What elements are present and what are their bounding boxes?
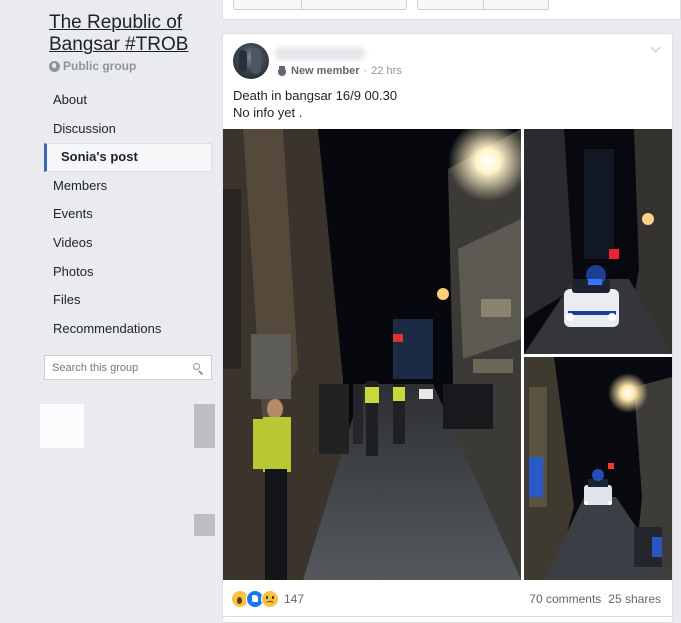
post-photo-secondary[interactable]	[524, 129, 672, 354]
reaction-count: 147	[284, 592, 305, 606]
member-badge: New member	[291, 65, 360, 77]
globe-icon	[49, 60, 60, 72]
avatar[interactable]	[233, 43, 269, 79]
meta-separator: ·	[363, 65, 368, 77]
nav-item-sonias-post[interactable]: Sonia's post	[44, 143, 212, 172]
post-card: New member · 22 hrs Death in bangsar 16/…	[222, 33, 673, 623]
nav-item-videos[interactable]: Videos	[44, 229, 212, 258]
search-icon[interactable]	[193, 362, 203, 373]
post-text-line: Death in bangsar 16/9 00.30	[233, 88, 398, 103]
comments-count[interactable]: 70 comments	[529, 592, 601, 606]
post-photo-secondary[interactable]	[524, 357, 672, 580]
image-placeholder	[40, 404, 84, 448]
search-input[interactable]	[45, 361, 193, 374]
street-photo	[223, 129, 521, 580]
shares-count[interactable]: 25 shares	[608, 592, 661, 606]
hand-icon	[277, 66, 287, 76]
post-time[interactable]: 22 hrs	[371, 65, 402, 77]
group-sidebar: The Republic of Bangsar #TROB Public gro…	[0, 0, 222, 619]
street-photo	[524, 129, 672, 354]
composer-tab[interactable]	[233, 0, 303, 10]
image-placeholder	[194, 404, 215, 448]
composer-card-edge	[222, 0, 681, 20]
group-nav: About Discussion Sonia's post Members Ev…	[44, 86, 212, 343]
nav-item-recommendations[interactable]: Recommendations	[44, 315, 212, 344]
nav-item-about[interactable]: About	[44, 86, 212, 115]
composer-tab[interactable]	[417, 0, 485, 10]
street-photo	[524, 357, 672, 580]
post-text: Death in bangsar 16/9 00.30 No info yet …	[233, 87, 397, 121]
post-footer: 147 70 comments 25 shares	[223, 580, 672, 617]
post-photo-main[interactable]	[223, 129, 521, 580]
nav-item-discussion[interactable]: Discussion	[44, 115, 212, 144]
nav-item-events[interactable]: Events	[44, 200, 212, 229]
image-placeholder	[194, 514, 215, 536]
post-text-line: No info yet .	[233, 105, 303, 120]
group-title[interactable]: The Republic of Bangsar #TROB	[49, 12, 219, 56]
reaction-summary[interactable]: 147	[231, 590, 304, 608]
group-privacy: Public group	[49, 59, 136, 73]
group-search	[44, 355, 212, 380]
chevron-down-icon[interactable]	[650, 42, 661, 53]
nav-item-files[interactable]: Files	[44, 286, 212, 315]
post-stats: 70 comments 25 shares	[529, 592, 661, 606]
composer-tab[interactable]	[301, 0, 407, 10]
nav-item-members[interactable]: Members	[44, 172, 212, 201]
sad-icon	[261, 590, 279, 608]
author-name-redacted	[275, 47, 365, 60]
composer-tab[interactable]	[483, 0, 549, 10]
nav-item-photos[interactable]: Photos	[44, 258, 212, 287]
post-meta: New member · 22 hrs	[277, 65, 402, 77]
group-privacy-label: Public group	[63, 59, 137, 73]
